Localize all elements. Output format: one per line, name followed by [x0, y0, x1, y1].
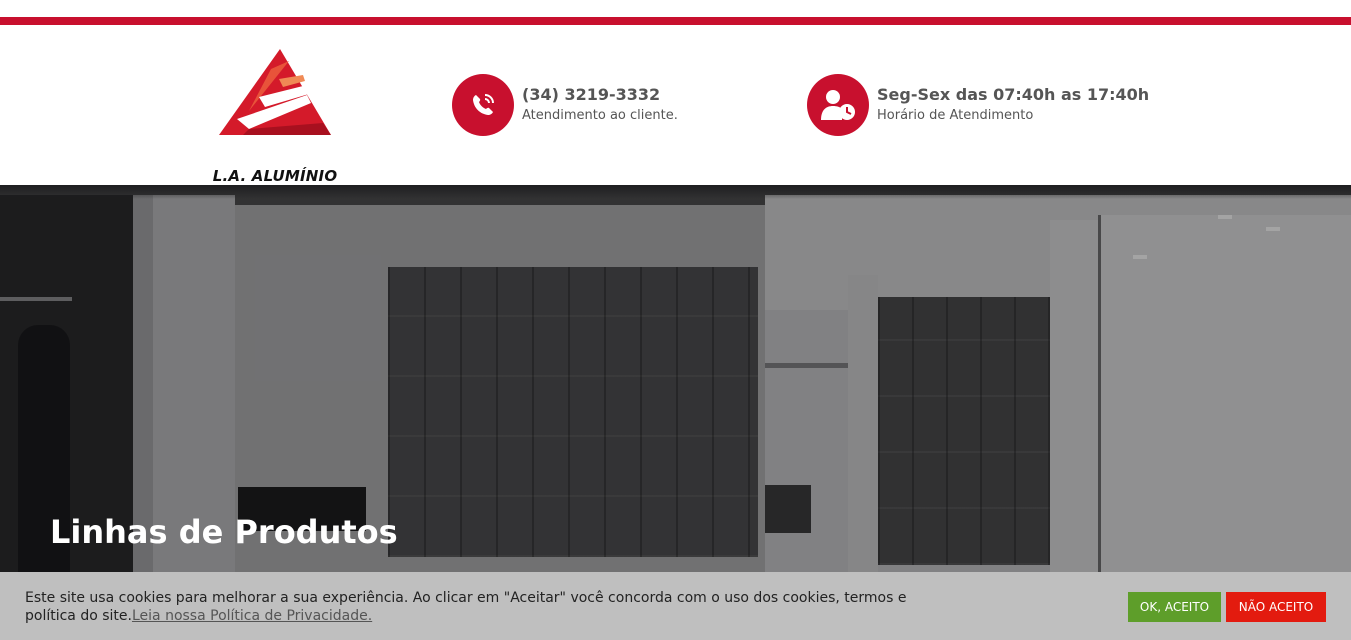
site-logo[interactable]: L.A. ALUMÍNIO: [205, 49, 345, 185]
triangle-logo-icon: [219, 49, 331, 135]
privacy-policy-link[interactable]: Leia nossa Política de Privacidade.: [132, 608, 372, 624]
phone-number[interactable]: (34) 3219-3332: [522, 84, 678, 106]
top-spacer: [0, 0, 1351, 17]
cookie-notice-text: Este site usa cookies para melhorar a su…: [25, 589, 935, 625]
business-hours: Seg-Sex das 07:40h as 17:40h Horário de …: [807, 73, 1149, 137]
site-header: L.A. ALUMÍNIO (34) 3219-3332 Atendimento…: [0, 25, 1351, 185]
hours-schedule: Seg-Sex das 07:40h as 17:40h: [877, 85, 1150, 104]
hours-caption: Horário de Atendimento: [877, 108, 1034, 123]
phone-caption: Atendimento ao cliente.: [522, 108, 678, 123]
accept-cookies-button[interactable]: OK, ACEITO: [1128, 592, 1221, 622]
cookie-notice-bar: Este site usa cookies para melhorar a su…: [0, 572, 1351, 640]
phone-contact: (34) 3219-3332 Atendimento ao cliente.: [452, 73, 678, 137]
page-title: Linhas de Produtos: [50, 513, 398, 551]
reject-cookies-button[interactable]: NÃO ACEITO: [1226, 592, 1326, 622]
logo-text: L.A. ALUMÍNIO: [212, 167, 338, 185]
phone-icon: [452, 74, 514, 136]
user-clock-icon: [807, 74, 869, 136]
top-accent-bar: [0, 17, 1351, 25]
header-shadow: [0, 185, 1351, 199]
